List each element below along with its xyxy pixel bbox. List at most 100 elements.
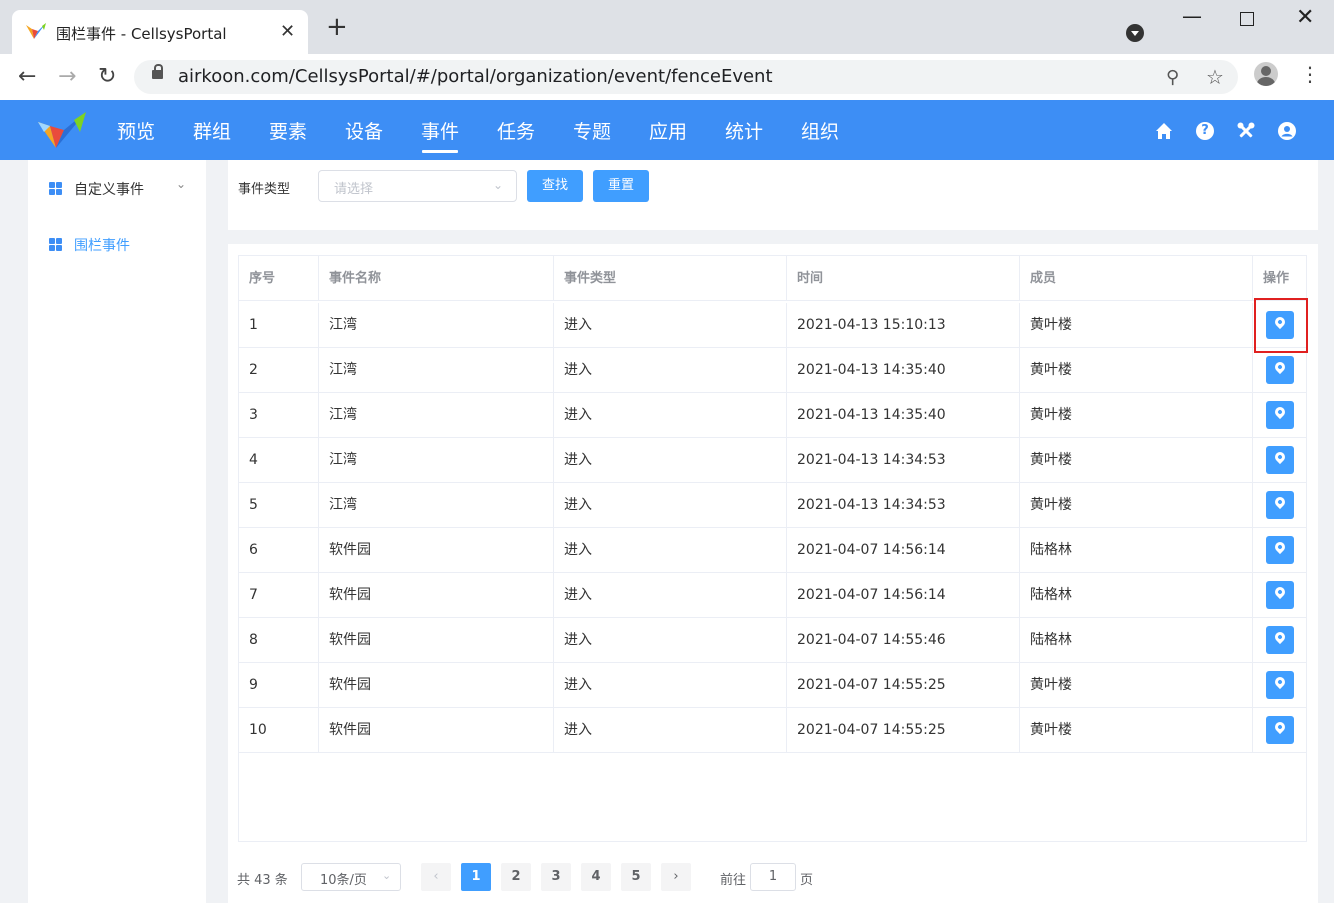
bookmark-star-icon[interactable]: ☆ <box>1206 65 1224 89</box>
cell-event-type: 进入 <box>554 483 787 528</box>
tab-search-icon[interactable] <box>1126 24 1144 42</box>
url-field[interactable]: airkoon.com/CellsysPortal/#/portal/organ… <box>134 60 1238 94</box>
sidebar-item-custom-events[interactable]: 自定义事件 ⌄ <box>28 168 206 208</box>
cell-event-type: 进入 <box>554 618 787 663</box>
user-icon[interactable] <box>1278 122 1296 140</box>
locate-button[interactable] <box>1266 491 1294 519</box>
back-icon[interactable]: ← <box>18 64 36 89</box>
sidebar-item-fence-events[interactable]: 围栏事件 <box>28 224 206 264</box>
sidebar-item-label: 自定义事件 <box>74 182 144 198</box>
page-4-button[interactable]: 4 <box>581 863 611 891</box>
forward-icon[interactable]: → <box>58 64 76 89</box>
events-table: 序号 事件名称 事件类型 时间 成员 操作 1 江湾 进入 2021-04-13 15… <box>238 255 1307 842</box>
maximize-icon[interactable] <box>1240 12 1254 26</box>
cell-index: 9 <box>239 663 319 708</box>
event-type-select[interactable]: 请选择 ⌄ <box>318 170 517 202</box>
nav-item-topics[interactable]: 专题 <box>573 117 611 144</box>
cell-event-type: 进入 <box>554 663 787 708</box>
cell-time: 2021-04-07 14:55:25 <box>787 708 1020 753</box>
goto-suffix: 页 <box>800 873 814 888</box>
cell-event-name: 软件园 <box>319 663 554 708</box>
cell-member: 黄叶楼 <box>1020 663 1253 708</box>
cell-index: 8 <box>239 618 319 663</box>
table-row: 5 江湾 进入 2021-04-13 14:34:53 黄叶楼 <box>239 483 1306 528</box>
tab-close-icon[interactable]: ✕ <box>280 21 295 42</box>
minimize-icon[interactable]: — <box>1182 4 1202 28</box>
location-pin-icon <box>1272 539 1288 555</box>
browser-menu-icon[interactable]: ⋮ <box>1300 62 1320 86</box>
grid-icon <box>49 238 62 251</box>
nav-item-elements[interactable]: 要素 <box>269 117 307 144</box>
cell-time: 2021-04-07 14:55:25 <box>787 663 1020 708</box>
cell-index: 5 <box>239 483 319 528</box>
cell-event-type: 进入 <box>554 708 787 753</box>
search-button[interactable]: 查找 <box>527 170 583 202</box>
select-placeholder: 请选择 <box>334 182 374 197</box>
cell-time: 2021-04-13 14:35:40 <box>787 348 1020 393</box>
cell-action <box>1253 528 1306 573</box>
cell-time: 2021-04-13 15:10:13 <box>787 303 1020 348</box>
table-row: 6 软件园 进入 2021-04-07 14:56:14 陆格林 <box>239 528 1306 573</box>
cell-action <box>1253 618 1306 663</box>
locate-button[interactable] <box>1266 446 1294 474</box>
locate-button[interactable] <box>1266 581 1294 609</box>
tools-icon[interactable] <box>1237 122 1255 140</box>
nav-item-devices[interactable]: 设备 <box>345 117 383 144</box>
new-tab-icon[interactable]: + <box>326 14 348 40</box>
window-close-icon[interactable]: ✕ <box>1296 5 1314 30</box>
home-icon[interactable] <box>1155 122 1173 140</box>
cell-event-type: 进入 <box>554 393 787 438</box>
locate-button[interactable] <box>1266 401 1294 429</box>
locate-button[interactable] <box>1266 536 1294 564</box>
cell-index: 1 <box>239 303 319 348</box>
next-page-icon[interactable]: › <box>661 863 691 891</box>
reset-button[interactable]: 重置 <box>593 170 649 202</box>
cell-time: 2021-04-07 14:56:14 <box>787 528 1020 573</box>
table-row: 4 江湾 进入 2021-04-13 14:34:53 黄叶楼 <box>239 438 1306 483</box>
highlight-box <box>1254 298 1308 353</box>
page-3-button[interactable]: 3 <box>541 863 571 891</box>
zoom-icon[interactable]: ⚲ <box>1166 67 1179 88</box>
locate-button[interactable] <box>1266 716 1294 744</box>
nav-item-organization[interactable]: 组织 <box>801 117 839 144</box>
app-header: 预览 群组 要素 设备 事件 任务 专题 应用 统计 组织 ? <box>0 100 1334 160</box>
locate-button[interactable] <box>1266 671 1294 699</box>
nav-item-preview[interactable]: 预览 <box>117 117 155 144</box>
page-5-button[interactable]: 5 <box>621 863 651 891</box>
reload-icon[interactable]: ↻ <box>98 64 116 89</box>
cell-event-name: 江湾 <box>319 303 554 348</box>
nav-item-groups[interactable]: 群组 <box>193 117 231 144</box>
page-1-button[interactable]: 1 <box>461 863 491 891</box>
goto-page-input[interactable]: 1 <box>750 863 796 891</box>
table-row: 2 江湾 进入 2021-04-13 14:35:40 黄叶楼 <box>239 348 1306 393</box>
chevron-down-icon: ⌄ <box>176 177 187 191</box>
nav-item-stats[interactable]: 统计 <box>725 117 763 144</box>
nav-item-events[interactable]: 事件 <box>421 117 459 144</box>
cell-event-type: 进入 <box>554 573 787 618</box>
cell-event-name: 软件园 <box>319 708 554 753</box>
nav-item-tasks[interactable]: 任务 <box>497 117 535 144</box>
chevron-down-icon: ⌄ <box>382 869 392 882</box>
nav-item-apps[interactable]: 应用 <box>649 117 687 144</box>
prev-page-icon[interactable]: ‹ <box>421 863 451 891</box>
profile-avatar-icon[interactable] <box>1254 62 1278 86</box>
cell-action <box>1253 438 1306 483</box>
cell-index: 4 <box>239 438 319 483</box>
col-header-event-type: 事件类型 <box>554 256 787 301</box>
table-row: 8 软件园 进入 2021-04-07 14:55:46 陆格林 <box>239 618 1306 663</box>
search-panel: 事件类型 请选择 ⌄ 查找 重置 <box>228 160 1318 230</box>
address-bar: ← → ↻ airkoon.com/CellsysPortal/#/portal… <box>0 54 1334 100</box>
browser-tab[interactable]: 围栏事件 - CellsysPortal ✕ <box>12 10 308 54</box>
locate-button[interactable] <box>1266 626 1294 654</box>
page-2-button[interactable]: 2 <box>501 863 531 891</box>
col-header-time: 时间 <box>787 256 1020 301</box>
locate-button[interactable] <box>1266 356 1294 384</box>
cell-time: 2021-04-13 14:35:40 <box>787 393 1020 438</box>
tab-title: 围栏事件 - CellsysPortal <box>56 25 227 43</box>
app-favicon-icon <box>26 23 46 39</box>
location-pin-icon <box>1272 584 1288 600</box>
cell-time: 2021-04-07 14:56:14 <box>787 573 1020 618</box>
cell-action <box>1253 393 1306 438</box>
help-icon[interactable]: ? <box>1196 122 1214 140</box>
page-size-select[interactable]: 10条/页 ⌄ <box>301 863 401 891</box>
